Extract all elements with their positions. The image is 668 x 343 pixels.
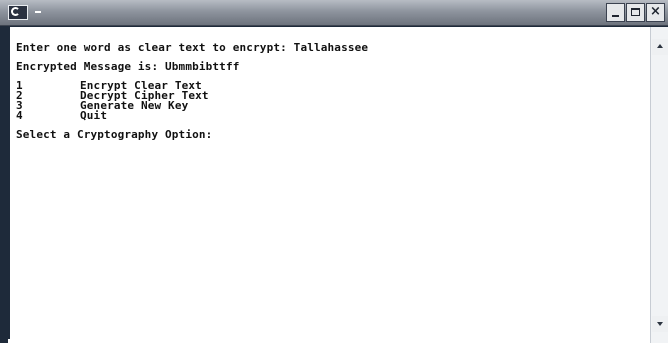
close-icon: ×	[650, 4, 661, 19]
minimize-icon	[612, 15, 619, 17]
menu-option-label: Quit	[80, 109, 108, 122]
menu-option-number: 2	[16, 89, 23, 102]
encrypt-prompt-line: Enter one word as clear text to encrypt:…	[16, 41, 369, 54]
title-bar[interactable]: ×	[0, 0, 668, 26]
console-text: Enter one word as clear text to encrypt:…	[16, 41, 369, 141]
maximize-button[interactable]	[626, 3, 645, 22]
menu-option-number: 1	[16, 79, 23, 92]
bottom-edge	[8, 339, 650, 343]
minimize-button[interactable]	[606, 3, 625, 22]
close-button[interactable]: ×	[646, 3, 665, 22]
arrow-down-icon	[657, 322, 663, 326]
scroll-down-button[interactable]	[652, 316, 668, 332]
vertical-scrollbar[interactable]	[650, 27, 668, 343]
arrow-up-icon	[657, 44, 663, 48]
console-icon[interactable]	[8, 5, 28, 20]
console-window: × Enter one word as clear text to encryp…	[0, 0, 668, 343]
encrypted-message-line: Encrypted Message is: Ubmmbibttff	[16, 60, 240, 73]
option-prompt-line: Select a Cryptography Option:	[16, 128, 213, 141]
scroll-up-button[interactable]	[652, 39, 668, 55]
menu-option-generate-key: 3 Generate New Key	[16, 99, 368, 112]
menu-option-quit: 4 Quit	[16, 109, 368, 122]
menu-option-number: 3	[16, 99, 23, 112]
menu-option-decrypt: 2 Decrypt Cipher Text	[16, 89, 368, 102]
maximize-icon	[631, 8, 640, 16]
console-output-area[interactable]: Enter one word as clear text to encrypt:…	[8, 27, 650, 339]
window-title	[35, 11, 41, 13]
menu-option-number: 4	[16, 109, 23, 122]
